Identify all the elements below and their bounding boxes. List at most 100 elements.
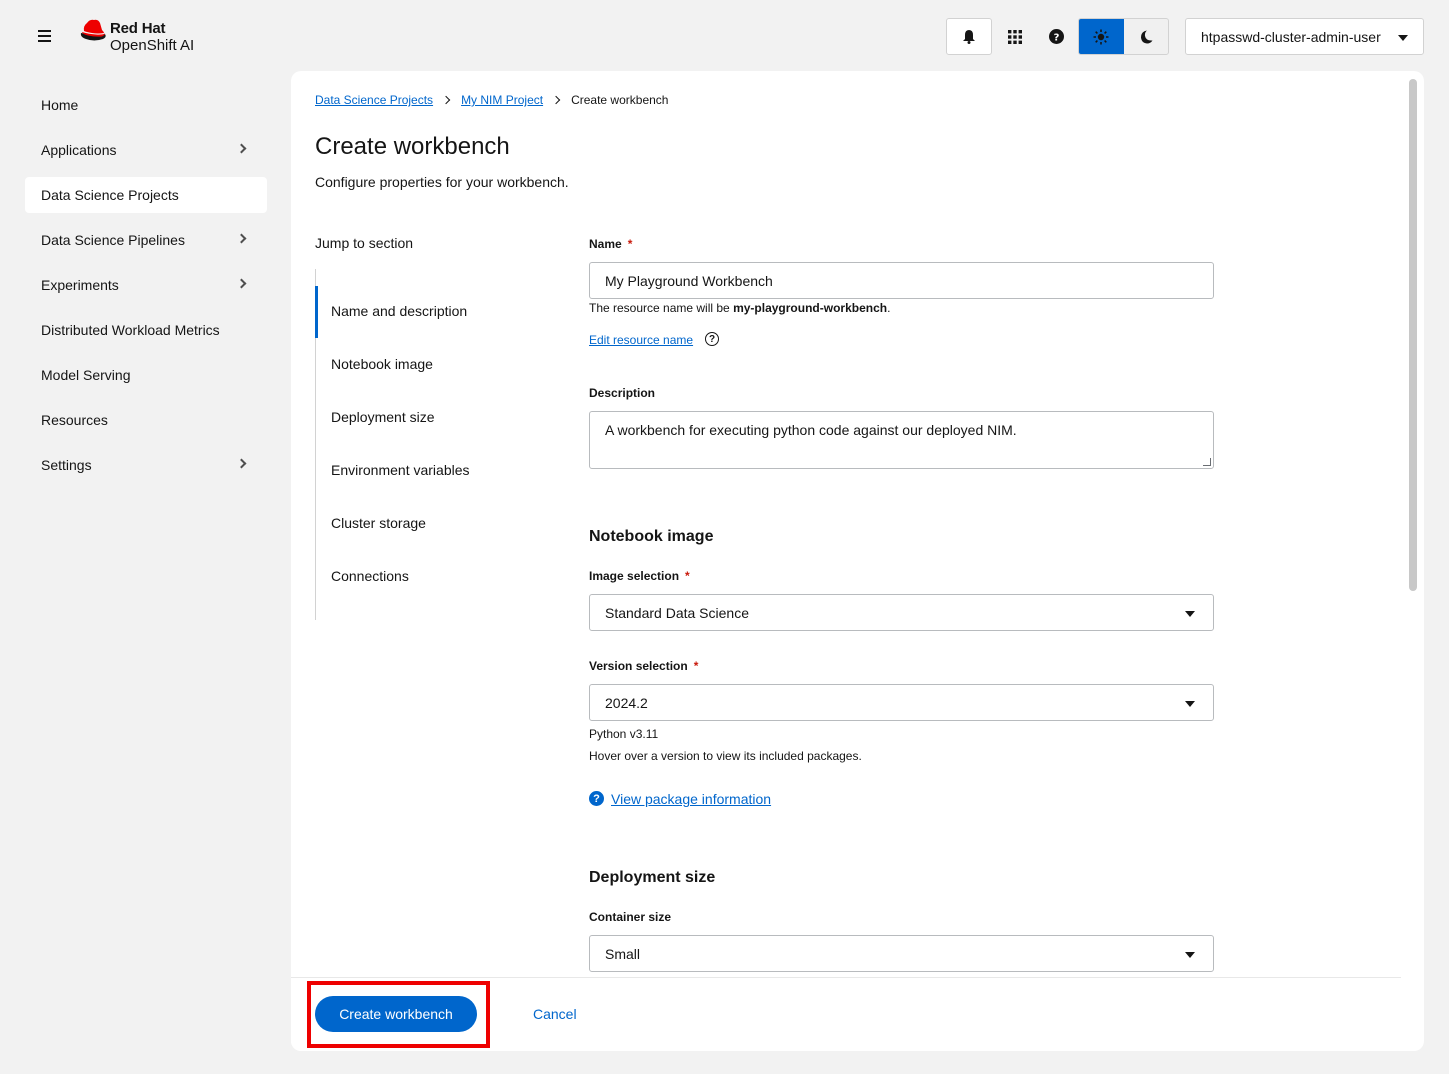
scrollbar-thumb[interactable]	[1409, 79, 1417, 591]
brand-logo[interactable]: Red Hat OpenShift AI	[78, 17, 194, 57]
sidebar-item-label: Applications	[41, 142, 117, 158]
page-title: Create workbench	[315, 133, 510, 160]
chevron-right-icon	[236, 458, 247, 469]
caret-down-icon	[1398, 35, 1408, 41]
sidebar-item-applications[interactable]: Applications	[25, 132, 267, 168]
user-menu-dropdown[interactable]: htpasswd-cluster-admin-user	[1185, 18, 1424, 55]
sidebar-item-label: Data Science Projects	[41, 187, 179, 203]
caret-down-icon	[1185, 701, 1195, 707]
chevron-right-icon	[551, 95, 561, 105]
scrollbar[interactable]	[1406, 75, 1418, 1045]
form-footer: Create workbench Cancel	[291, 977, 1401, 1051]
masthead: Red Hat OpenShift AI ? htpasswd-cluster-…	[0, 0, 1449, 72]
sun-icon	[1093, 29, 1109, 44]
help-button[interactable]: ?	[1036, 18, 1076, 55]
sidebar-item-experiments[interactable]: Experiments	[25, 267, 267, 303]
image-selection-label: Image selection *	[589, 569, 690, 583]
container-size-label: Container size	[589, 910, 672, 924]
name-label: Name *	[589, 237, 632, 251]
sidebar-item-label: Experiments	[41, 277, 119, 293]
create-workbench-button[interactable]: Create workbench	[315, 996, 477, 1032]
sidebar-item-data-science-pipelines[interactable]: Data Science Pipelines	[25, 222, 267, 258]
sidebar-item-label: Model Serving	[41, 367, 131, 383]
python-version-text: Python v3.11	[589, 727, 659, 741]
sidebar-item-label: Settings	[41, 457, 92, 473]
grid-icon	[1008, 29, 1022, 44]
sidebar-item-distributed-workload-metrics[interactable]: Distributed Workload Metrics	[25, 312, 267, 348]
sidebar-item-data-science-projects[interactable]: Data Science Projects	[25, 177, 267, 213]
red-hat-fedora-icon	[80, 19, 106, 41]
sidebar-item-model-serving[interactable]: Model Serving	[25, 357, 267, 393]
name-input[interactable]: My Playground Workbench	[589, 262, 1214, 299]
jump-link-cluster-storage[interactable]: Cluster storage	[331, 515, 426, 531]
info-circle-icon: ?	[589, 791, 604, 806]
notifications-button[interactable]	[946, 18, 992, 55]
required-mark: *	[627, 237, 633, 251]
breadcrumb-link-projects[interactable]: Data Science Projects	[315, 93, 433, 107]
resource-suffix: .	[887, 301, 891, 315]
required-mark: *	[685, 569, 690, 583]
jump-link-name-and-description[interactable]: Name and description	[331, 303, 467, 319]
light-theme-button[interactable]	[1079, 19, 1124, 54]
dark-theme-button[interactable]	[1124, 19, 1169, 54]
deployment-size-section-title: Deployment size	[589, 869, 716, 886]
main-content-card: Data Science Projects My NIM Project Cre…	[291, 71, 1424, 1051]
sidebar-item-label: Data Science Pipelines	[41, 232, 185, 248]
description-label: Description	[589, 386, 656, 400]
chevron-right-icon	[236, 278, 247, 289]
breadcrumb: Data Science Projects My NIM Project Cre…	[315, 93, 668, 107]
brand-line-2: OpenShift AI	[110, 37, 195, 54]
caret-down-icon	[1185, 611, 1195, 617]
jump-link-notebook-image[interactable]: Notebook image	[331, 356, 433, 372]
edit-resource-name-link[interactable]: Edit resource name	[589, 333, 693, 347]
resource-prefix: The resource name will be	[589, 301, 734, 315]
bell-icon	[963, 30, 975, 44]
breadcrumb-link-project[interactable]: My NIM Project	[461, 93, 543, 107]
active-indicator	[315, 286, 318, 338]
theme-toggle	[1078, 18, 1169, 55]
image-label-text: Image selection	[589, 569, 680, 583]
brand-line-1: Red Hat	[110, 20, 166, 37]
resource-name: my-playground-workbench	[733, 301, 888, 315]
resize-handle-icon[interactable]	[1203, 458, 1211, 466]
question-circle-icon: ?	[1048, 29, 1064, 44]
chevron-right-icon	[236, 143, 247, 154]
chevron-right-icon	[236, 233, 247, 244]
description-textarea[interactable]: A workbench for executing python code ag…	[589, 411, 1214, 469]
cancel-button[interactable]: Cancel	[517, 996, 593, 1032]
help-circle-icon[interactable]: ?	[705, 332, 719, 346]
image-selection-value: Standard Data Science	[605, 604, 749, 621]
version-selection-value: 2024.2	[605, 694, 648, 711]
moon-icon	[1140, 30, 1153, 43]
page-subtitle: Configure properties for your workbench.	[315, 174, 569, 190]
version-selection-dropdown[interactable]: 2024.2	[589, 684, 1214, 721]
name-label-text: Name	[589, 237, 622, 251]
jump-link-environment-variables[interactable]: Environment variables	[331, 462, 470, 478]
container-size-dropdown[interactable]: Small	[589, 935, 1214, 972]
sidebar-item-label: Distributed Workload Metrics	[41, 322, 220, 338]
user-name: htpasswd-cluster-admin-user	[1201, 28, 1381, 45]
version-selection-label: Version selection *	[589, 659, 698, 673]
sidebar-item-home[interactable]: Home	[25, 87, 267, 123]
jump-to-section-title: Jump to section	[315, 235, 414, 251]
jump-link-connections[interactable]: Connections	[331, 568, 409, 584]
app-launcher-button[interactable]	[994, 18, 1036, 55]
chevron-right-icon	[441, 95, 451, 105]
sidebar-item-settings[interactable]: Settings	[25, 447, 267, 483]
resource-name-helper: The resource name will be my-playground-…	[589, 301, 890, 315]
notebook-image-section-title: Notebook image	[589, 528, 714, 545]
description-value: A workbench for executing python code ag…	[605, 422, 1017, 438]
sidebar-item-label: Resources	[41, 412, 108, 428]
sidebar-item-resources[interactable]: Resources	[25, 402, 267, 438]
caret-down-icon	[1185, 952, 1195, 958]
svg-text:?: ?	[1053, 32, 1059, 43]
hamburger-menu-icon[interactable]	[32, 24, 56, 48]
image-selection-dropdown[interactable]: Standard Data Science	[589, 594, 1214, 631]
version-label-text: Version selection	[589, 659, 688, 673]
required-mark: *	[693, 659, 699, 673]
sidebar-item-label: Home	[41, 97, 79, 113]
container-size-value: Small	[605, 945, 641, 962]
jump-link-deployment-size[interactable]: Deployment size	[331, 409, 435, 425]
view-package-information-link[interactable]: View package information	[611, 791, 771, 807]
jump-links: Name and description Notebook image Depl…	[315, 269, 515, 620]
